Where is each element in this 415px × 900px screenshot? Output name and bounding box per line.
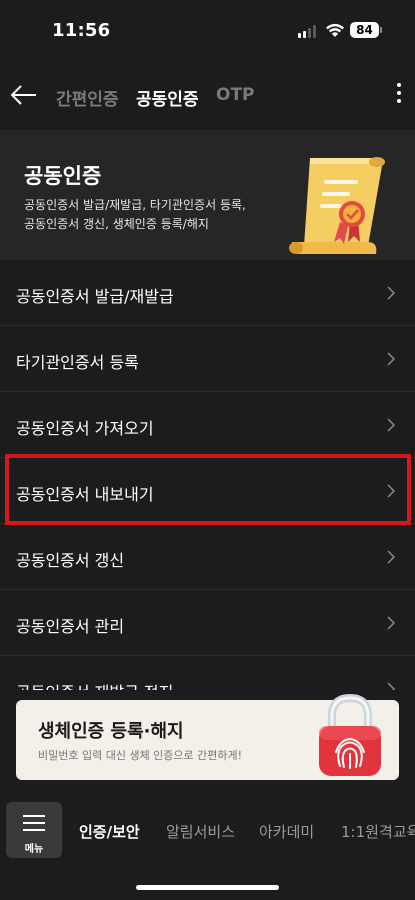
header: 간편인증 공동인증 OTP [0,70,415,120]
chevron-right-icon [387,682,396,690]
hero-description: 공동인증서 발급/재발급, 타기관인증서 등록, 공동인증서 갱신, 생체인증 … [24,196,284,234]
wifi-icon [326,23,344,37]
more-vertical-icon[interactable] [392,80,406,110]
screen: 11:56 84 간편인증 공동인증 OTP 공동인증 공동인증서 발급/재발급… [0,0,415,900]
menu-item-issue[interactable]: 공동인증서 발급/재발급 [0,260,415,326]
chevron-right-icon [387,286,396,300]
nav-remote-education[interactable]: 1:1원격교육 [341,821,415,842]
menu-button[interactable]: 메뉴 [6,802,62,858]
tab-simple-auth[interactable]: 간편인증 [56,85,119,110]
nav-auth-security[interactable]: 인증/보안 [79,821,140,842]
menu-item-import[interactable]: 공동인증서 가져오기 [0,392,415,458]
hero-description-line2: 공동인증서 갱신, 생체인증 등록/해지 [24,217,209,231]
battery-nub [380,27,382,33]
chevron-right-icon [387,484,396,498]
chevron-right-icon [387,616,396,630]
menu-item-label: 공동인증서 발급/재발급 [16,287,174,306]
tab-otp[interactable]: OTP [216,85,255,105]
chevron-right-icon [387,352,396,366]
biometric-card-title: 생체인증 등록·해지 [38,721,184,742]
hero-banner: 공동인증 공동인증서 발급/재발급, 타기관인증서 등록, 공동인증서 갱신, … [0,130,415,260]
menu-item-manage[interactable]: 공동인증서 관리 [0,590,415,656]
nav-academy[interactable]: 아카데미 [259,821,314,842]
status-bar: 11:56 84 [0,0,415,60]
biometric-card-description: 비밀번호 입력 대신 생체 인증으로 간편하게! [38,749,243,762]
hero-description-line1: 공동인증서 발급/재발급, 타기관인증서 등록, [24,198,246,212]
menu-item-label: 공동인증서 갱신 [16,551,125,570]
battery-icon: 84 [350,22,379,38]
tab-joint-cert[interactable]: 공동인증 [136,85,199,110]
menu-list: 공동인증서 발급/재발급 타기관인증서 등록 공동인증서 가져오기 공동인증서 … [0,260,415,690]
back-arrow-icon[interactable] [8,80,40,110]
home-indicator [136,885,279,890]
menu-item-suspend[interactable]: 공동인증서 재발급 정지 [0,656,415,690]
chevron-right-icon [387,418,396,432]
fingerprint-lock-icon [319,693,381,776]
certificate-scroll-icon [289,157,385,254]
menu-item-label: 공동인증서 재발급 정지 [16,679,173,690]
menu-item-register-other[interactable]: 타기관인증서 등록 [0,326,415,392]
menu-button-label: 메뉴 [24,844,44,855]
chevron-right-icon [387,550,396,564]
status-time: 11:56 [52,20,111,41]
menu-item-renew[interactable]: 공동인증서 갱신 [0,524,415,590]
menu-item-label: 공동인증서 가져오기 [16,419,154,438]
menu-item-label: 공동인증서 내보내기 [16,485,154,504]
signal-icon [298,25,318,38]
menu-item-label: 타기관인증서 등록 [16,353,139,372]
biometric-card[interactable]: 생체인증 등록·해지 비밀번호 입력 대신 생체 인증으로 간편하게! [16,693,399,780]
menu-item-label: 공동인증서 관리 [16,617,125,636]
hamburger-icon [23,815,45,836]
hero-title: 공동인증 [24,164,102,188]
menu-item-export[interactable]: 공동인증서 내보내기 [0,458,415,524]
nav-notification-service[interactable]: 알림서비스 [166,821,235,842]
